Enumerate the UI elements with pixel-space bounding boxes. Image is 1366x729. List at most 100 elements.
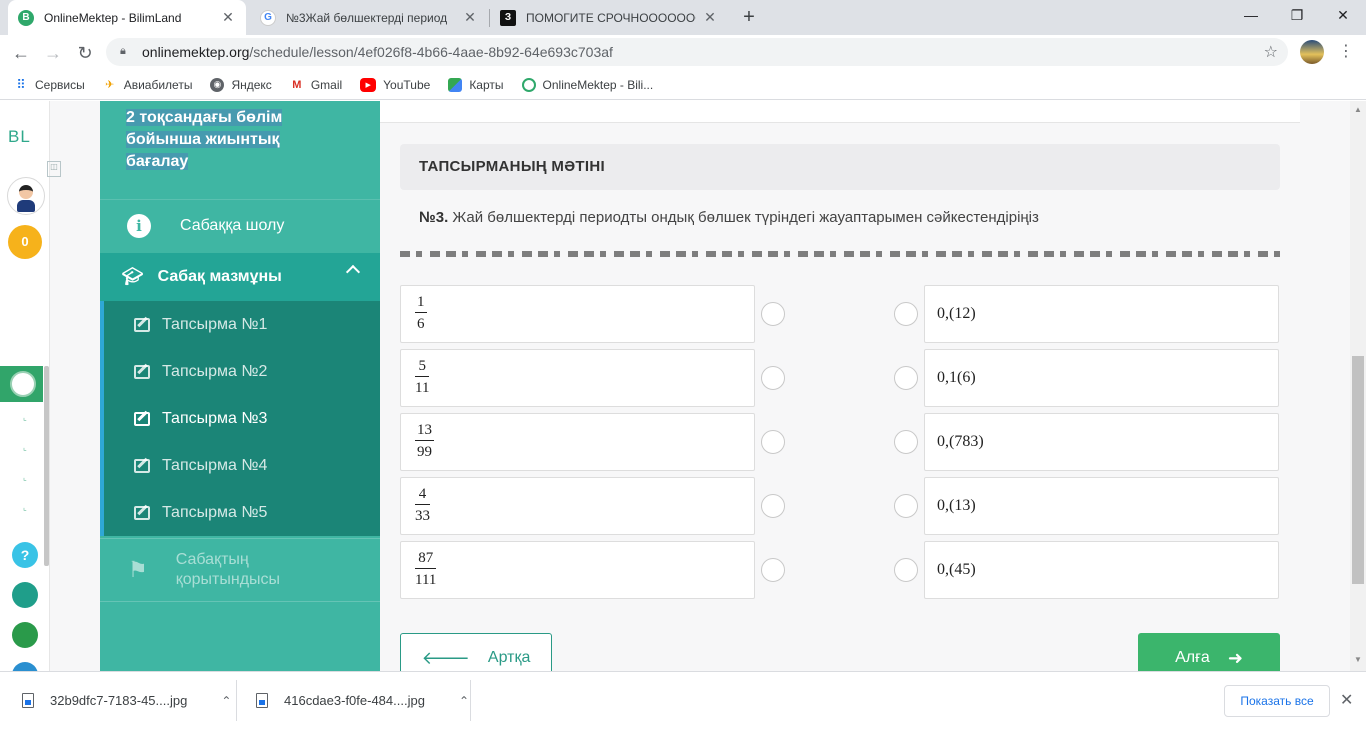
bookmark-label: Сервисы [35,77,85,92]
answer-card[interactable]: 0,(45) [924,541,1279,599]
bookmark-youtube[interactable]: ▶ YouTube [360,77,431,92]
page-scrollbar[interactable]: ▲ ▼ [1350,101,1366,671]
scroll-thumb[interactable] [1352,356,1364,584]
numerator: 5 [415,357,430,377]
rail-collapse-icon[interactable]: ◫ [47,161,61,177]
sidebar-item-task-3[interactable]: Тапсырма №3 [104,395,380,442]
bookmark-gmail[interactable]: M Gmail [290,78,342,92]
answer-card[interactable]: 0,(12) [924,285,1279,343]
left-radio[interactable] [761,430,785,454]
new-tab-icon[interactable]: + [738,6,760,28]
page-viewport: BL 0 ⌞ ⌞ ⌞ ⌞ ? ◫ 2 тоқсандағы бөлім бойы… [0,101,1366,671]
browser-tab-onlinemektep[interactable]: B OnlineMektep - BilimLand ✕ [8,0,246,35]
address-bar[interactable]: 🔒︎ onlinemektep.org/schedule/lesson/4ef0… [106,38,1288,66]
sidebar-item-overview[interactable]: i Сабаққа шолу [100,199,380,251]
fraction-card[interactable]: 4 33 [400,477,755,535]
onlinemektep-favicon-icon: B [18,9,34,26]
answer-card[interactable]: 0,(13) [924,477,1279,535]
answer-card[interactable]: 0,(783) [924,413,1279,471]
edit-icon [134,505,150,520]
sidebar-item-task-4[interactable]: Тапсырма №4 [104,442,380,489]
google-favicon-icon: G [260,9,276,26]
pisa-icon[interactable] [12,582,38,608]
close-tab-icon[interactable]: ✕ [702,9,718,26]
left-radio[interactable] [761,366,785,390]
denominator: 6 [417,316,425,332]
sidebar-item-conclusion[interactable]: ⚑ Сабақтың қорытындысы [100,538,380,602]
left-radio[interactable] [761,302,785,326]
download-bar: 32b9dfc7-7183-45....jpg ⌃ 416cdae3-f0fe-… [0,671,1366,728]
numerator: 87 [415,549,437,569]
bilimland-logo[interactable]: BL [8,127,31,147]
bookmark-star-icon[interactable]: ☆ [1264,42,1278,62]
onlinemektep-rail-icon [10,371,36,397]
bookmark-yandex[interactable]: ◉ Яндекс [210,77,272,92]
chevron-up-icon[interactable]: ⌃ [221,694,231,708]
fraction-card[interactable]: 13 99 [400,413,755,471]
task-header: ТАПСЫРМАНЫҢ МӘТІНІ [400,144,1280,190]
bookmark-onlinemektep[interactable]: OnlineMektep - Bili... [521,77,653,92]
rail-subitem-icon[interactable]: ⌞ [18,413,32,423]
reload-icon[interactable]: ↻ [72,40,98,66]
fraction-card[interactable]: 5 11 [400,349,755,407]
back-icon[interactable]: ← [8,40,34,66]
right-radio[interactable] [894,366,918,390]
forward-icon[interactable]: → [40,40,66,66]
close-tab-icon[interactable]: ✕ [462,9,478,26]
fraction-card[interactable]: 87 111 [400,541,755,599]
sidebar-item-task-5[interactable]: Тапсырма №5 [104,489,380,536]
right-radio[interactable] [894,430,918,454]
sidebar-item-content[interactable]: 🎓︎ Сабақ мазмұны [100,253,380,301]
browser-toolbar: ← → ↻ 🔒︎ onlinemektep.org/schedule/lesso… [0,35,1366,70]
bookmark-aviabilety[interactable]: ✈ Авиабилеты [103,78,192,92]
image-file-icon [22,693,34,708]
rail-item-onlinemektep[interactable] [0,366,43,402]
fraction-card[interactable]: 16 [400,285,755,343]
profile-avatar[interactable] [1300,40,1324,64]
user-avatar[interactable] [7,177,45,215]
right-radio[interactable] [894,302,918,326]
sidebar-item-label: Тапсырма №4 [162,456,268,474]
restore-icon[interactable]: ❐ [1274,0,1320,30]
chevron-up-icon[interactable] [345,264,361,280]
sidebar-item-task-1[interactable]: Тапсырма №1 [104,301,380,348]
rail-scrollbar[interactable] [44,366,49,566]
answer-card[interactable]: 0,1(6) [924,349,1279,407]
rail-subitem-icon[interactable]: ⌞ [18,443,32,453]
rail-subitem-icon[interactable]: ⌞ [18,503,32,513]
bookmark-services[interactable]: ⠿ Сервисы [14,77,85,92]
rail-more-icon[interactable] [12,662,38,671]
coins-badge[interactable]: 0 [8,225,42,259]
bookmark-label: YouTube [383,77,431,92]
browser-tab-znanija[interactable]: З ПОМОГИТЕ СРОЧНООООООО ✕ [490,0,728,35]
browser-menu-icon[interactable]: ⋮ [1338,40,1354,64]
scroll-up-icon[interactable]: ▲ [1354,105,1362,114]
chevron-up-icon[interactable]: ⌃ [459,694,469,708]
close-download-bar-icon[interactable]: ✕ [1340,690,1353,710]
show-all-downloads-button[interactable]: Показать все [1224,685,1330,717]
left-radio[interactable] [761,558,785,582]
back-button[interactable]: 🡐 Артқа [400,633,552,671]
close-tab-icon[interactable]: ✕ [220,9,236,26]
denominator: 111 [415,572,437,588]
download-separator [470,680,471,721]
tab-title: ПОМОГИТЕ СРОЧНООООООО [526,10,696,25]
download-item[interactable]: 416cdae3-f0fe-484....jpg ⌃ [256,672,469,729]
minimize-icon[interactable]: — [1228,0,1274,30]
browser-tab-google[interactable]: G №3Жай бөлшектерді период ✕ [250,0,488,35]
bilimland-rail-icon[interactable] [12,622,38,648]
rail-subitem-icon[interactable]: ⌞ [18,473,32,483]
help-icon[interactable]: ? [12,542,38,568]
download-filename: 416cdae3-f0fe-484....jpg [284,693,425,708]
next-button[interactable]: Алға ➜ [1138,633,1280,671]
task-content: ТАПСЫРМАНЫҢ МӘТІНІ №3. Жай бөлшектерді п… [380,101,1350,671]
scroll-down-icon[interactable]: ▼ [1354,655,1362,664]
right-radio[interactable] [894,558,918,582]
close-window-icon[interactable]: ✕ [1320,0,1366,30]
left-radio[interactable] [761,494,785,518]
download-item[interactable]: 32b9dfc7-7183-45....jpg ⌃ [22,672,231,729]
sidebar-item-task-2[interactable]: Тапсырма №2 [104,348,380,395]
fraction: 13 99 [415,421,434,462]
bookmark-maps[interactable]: Карты [448,77,504,92]
right-radio[interactable] [894,494,918,518]
